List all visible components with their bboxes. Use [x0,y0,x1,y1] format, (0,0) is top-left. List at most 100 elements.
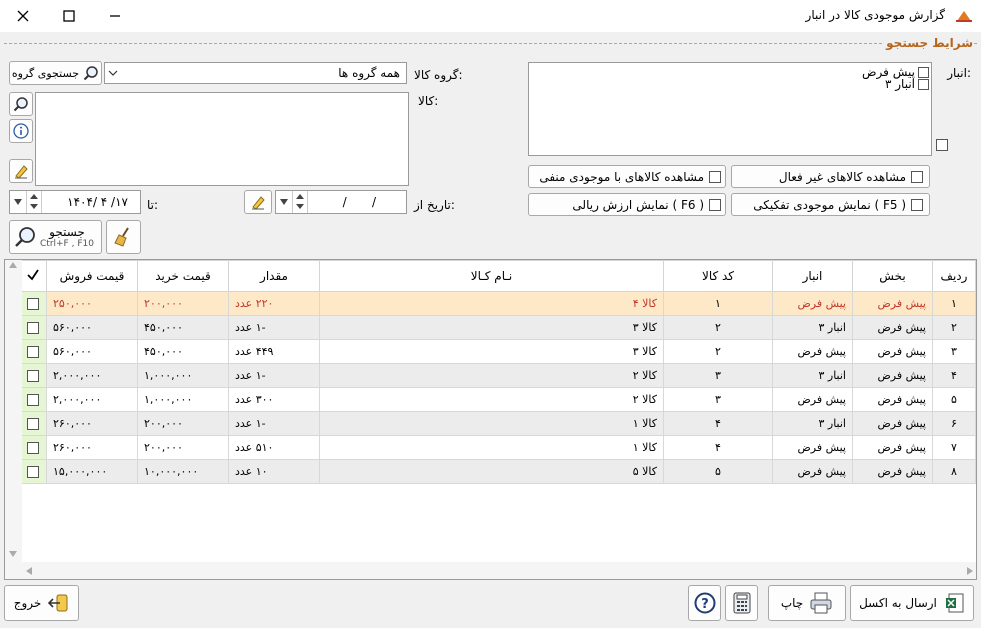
show-detailed-option[interactable]: نمایش موجودی تفکیکی ( F5 ) [731,193,930,216]
search-button-label: جستجو [49,225,85,239]
show-rial-option[interactable]: نمایش ارزش ریالی ( F6 ) [528,193,726,216]
row-checkbox[interactable] [27,394,39,406]
group-select[interactable]: همه گروه ها [104,62,407,84]
cell-warehouse: پیش فرض [772,459,853,484]
cell-row-number: ۳ [932,339,976,364]
cell-check[interactable] [19,411,47,436]
cell-check[interactable] [19,339,47,364]
info-icon [13,123,29,139]
warehouse-item-checkbox[interactable] [918,78,929,90]
cell-buy-price: ۴۵۰,۰۰۰ [137,339,229,364]
show-inactive-checkbox[interactable] [911,170,923,183]
maximize-button[interactable] [46,0,92,32]
close-button[interactable] [0,0,46,32]
row-checkbox[interactable] [27,298,39,310]
goods-info-button[interactable] [9,119,33,143]
row-checkbox[interactable] [27,322,39,334]
date-from-input[interactable]: / / [275,190,407,214]
exit-button[interactable]: خروج [4,585,79,621]
help-button[interactable]: ? [688,585,721,621]
table-row[interactable]: ۲ پیش فرض انبار ۳ ۲ کالا ۳ -۱ عدد ۴۵۰,۰۰۰ ۵۶۰,۰… [19,315,976,340]
calculator-button[interactable] [725,585,758,621]
cell-check[interactable] [19,363,47,388]
vertical-scrollbar[interactable] [5,260,22,579]
show-inactive-option[interactable]: مشاهده کالاهای غیر فعال [731,165,930,188]
table-row[interactable]: ۷ پیش فرض پیش فرض ۴ کالا ۱ ۵۱۰ عدد ۲۰۰,۰۰۰ ۲۶۰,… [19,435,976,460]
print-label: چاپ [780,596,804,610]
cell-check[interactable] [19,435,47,460]
row-checkbox[interactable] [27,466,39,478]
arrow-up-icon[interactable] [9,262,17,268]
cell-code: ۴ [663,411,773,436]
row-checkbox[interactable] [27,346,39,358]
show-negative-label: مشاهده کالاهای با موجودی منفی [539,169,704,184]
date-from-dropdown[interactable] [276,191,293,213]
show-inactive-label: مشاهده کالاهای غیر فعال [778,169,906,184]
reset-filters-button[interactable] [106,220,141,254]
cell-section: پیش فرض [852,411,933,436]
col-header-sell-price[interactable]: قیمت فروش [46,260,138,292]
warehouse-item[interactable]: انبار ۳ [885,77,929,91]
search-shortcut: Ctrl+F , F10 [40,239,94,249]
table-row[interactable]: ۳ پیش فرض پیش فرض ۲ کالا ۳ ۴۴۹ عدد ۴۵۰,۰۰۰ ۵۶۰,… [19,339,976,364]
date-from-clear-button[interactable] [244,190,272,214]
arrow-left-icon[interactable] [26,567,32,575]
col-header-section[interactable]: بخش [852,260,933,292]
cell-sell-price: ۲۵۰,۰۰۰ [46,291,138,316]
group-search-button[interactable]: جستجوی گروه [9,61,102,85]
goods-clear-button[interactable] [9,159,33,183]
cell-section: پیش فرض [852,387,933,412]
cell-check[interactable] [19,315,47,340]
cell-row-number: ۷ [932,435,976,460]
table-row[interactable]: ۸ پیش فرض پیش فرض ۵ کالا ۵ ۱۰ عدد ۱۰,۰۰۰,۰۰۰ ۱۵… [19,459,976,484]
col-header-quantity[interactable]: مقدار [228,260,320,292]
window-title: گزارش موجودی کالا در انبار [805,8,945,22]
cell-code: ۲ [663,339,773,364]
show-rial-checkbox[interactable] [709,198,721,211]
arrow-down-icon [296,204,304,209]
col-header-name[interactable]: نـام کـالا [319,260,664,292]
row-checkbox[interactable] [27,418,39,430]
table-row[interactable]: ۵ پیش فرض پیش فرض ۳ کالا ۲ ۳۰۰ عدد ۱,۰۰۰,۰۰۰ ۲,… [19,387,976,412]
minimize-button[interactable] [92,0,138,32]
table-row[interactable]: ۴ پیش فرض انبار ۳ ۳ کالا ۲ -۱ عدد ۱,۰۰۰,۰۰۰ ۲,۰… [19,363,976,388]
cell-check[interactable] [19,387,47,412]
export-excel-button[interactable]: ارسال به اکسل [850,585,974,621]
search-button[interactable]: جستجو Ctrl+F , F10 [9,220,102,254]
cell-warehouse: پیش فرض [772,339,853,364]
print-button[interactable]: چاپ [768,585,846,621]
col-header-code[interactable]: کد کالا [663,260,773,292]
row-checkbox[interactable] [27,370,39,382]
arrow-down-icon[interactable] [9,551,17,557]
show-negative-checkbox[interactable] [709,170,721,183]
horizontal-scrollbar[interactable] [22,562,976,579]
cell-check[interactable] [19,291,47,316]
show-detailed-checkbox[interactable] [911,198,923,211]
cell-sell-price: ۵۶۰,۰۰۰ [46,339,138,364]
goods-search-button[interactable] [9,92,33,116]
date-to-spinner[interactable] [27,191,42,213]
eraser-icon [252,196,265,210]
show-negative-option[interactable]: مشاهده کالاهای با موجودی منفی [528,165,726,188]
table-row[interactable]: ۱ پیش فرض پیش فرض ۱ کالا ۴ ۲۲۰ عدد ۲۰۰,۰۰۰ ۲۵۰,… [19,291,976,316]
date-to-input[interactable]: ۱۴۰۴/ ۴ /۱۷ [9,190,141,214]
warehouse-list[interactable]: پیش فرض انبار ۳ [528,62,932,156]
goods-list[interactable] [35,92,409,186]
title-bar: گزارش موجودی کالا در انبار [0,0,981,32]
row-checkbox[interactable] [27,442,39,454]
cell-check[interactable] [19,459,47,484]
col-header-row-number[interactable]: ردیف [932,260,976,292]
select-all-warehouses-checkbox[interactable] [936,139,948,151]
table-row[interactable]: ۶ پیش فرض انبار ۳ ۴ کالا ۱ -۱ عدد ۲۰۰,۰۰۰ ۲۶۰,۰… [19,411,976,436]
arrow-right-icon[interactable] [967,567,973,575]
date-from-spinner[interactable] [293,191,308,213]
date-to-dropdown[interactable] [10,191,27,213]
cell-name: کالا ۳ [319,315,664,340]
cell-warehouse: انبار ۳ [772,315,853,340]
checkmark-icon [27,269,39,280]
col-header-warehouse[interactable]: انبار [772,260,853,292]
inventory-grid[interactable]: ردیف بخش انبار کد کالا نـام کـالا مقدار … [4,259,977,580]
col-header-buy-price[interactable]: قیمت خرید [137,260,229,292]
warehouse-item-checkbox[interactable] [918,66,929,78]
col-header-check[interactable] [19,260,47,292]
